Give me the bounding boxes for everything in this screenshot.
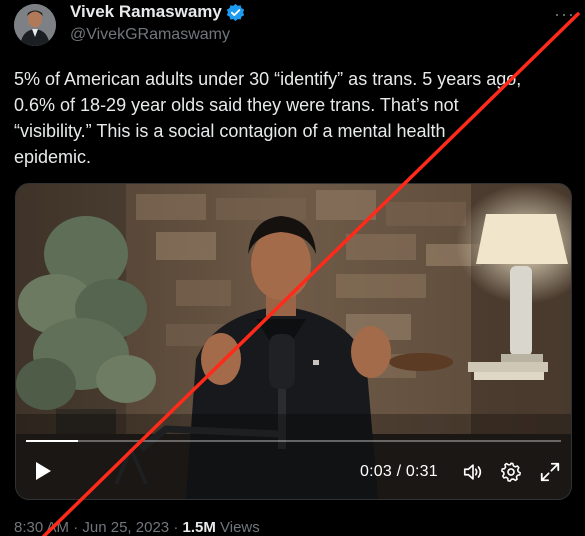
author-display-name[interactable]: Vivek Ramaswamy	[70, 2, 222, 22]
video-progress-bar[interactable]	[26, 440, 561, 442]
tweet-header: Vivek Ramaswamy @VivekGRamaswamy	[14, 2, 245, 46]
fullscreen-icon[interactable]	[539, 461, 561, 483]
volume-icon[interactable]	[462, 461, 484, 483]
video-player[interactable]: 0:03 / 0:31	[15, 183, 572, 500]
tweet-time[interactable]: 8:30 AM	[14, 519, 69, 536]
video-controls: 0:03 / 0:31	[16, 452, 571, 492]
tweet-date[interactable]: Jun 25, 2023	[82, 519, 169, 536]
views-count[interactable]: 1.5M	[182, 519, 215, 536]
verified-badge-icon[interactable]	[226, 3, 245, 22]
video-progress-fill	[26, 440, 78, 442]
views-label: Views	[220, 519, 260, 536]
settings-icon[interactable]	[500, 461, 522, 483]
tweet-text: 5% of American adults under 30 “identify…	[14, 69, 522, 167]
tweet-meta: 8:30 AM · Jun 25, 2023 · 1.5M Views	[14, 519, 260, 536]
tweet-card: Vivek Ramaswamy @VivekGRamaswamy ··· 5% …	[0, 0, 585, 536]
avatar[interactable]	[14, 4, 56, 46]
video-time: 0:03 / 0:31	[360, 463, 438, 480]
more-options-icon[interactable]: ···	[554, 4, 575, 25]
author-handle[interactable]: @VivekGRamaswamy	[70, 24, 245, 46]
meta-separator: ·	[73, 519, 79, 536]
meta-separator: ·	[173, 519, 179, 536]
play-icon[interactable]	[32, 460, 54, 482]
